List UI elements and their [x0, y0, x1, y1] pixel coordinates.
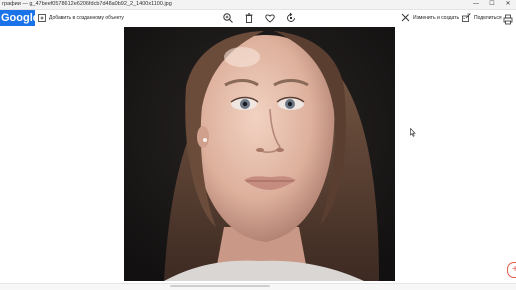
- edit-and-create-label: Изменить и создать: [413, 15, 460, 21]
- maximize-button[interactable]: ☐: [484, 0, 500, 9]
- portrait-photo-graphic: [124, 27, 395, 281]
- mouse-cursor-icon: [410, 124, 416, 137]
- floating-action-button[interactable]: +: [507, 262, 516, 278]
- share-icon: [462, 9, 471, 27]
- add-to-album-icon: [38, 9, 46, 27]
- edit-tools-icon: [401, 9, 410, 27]
- window-title-bar: графии — g_47beef0578612e6206fdcb7d48a0b…: [0, 0, 516, 10]
- portrait-photo[interactable]: [124, 27, 395, 281]
- close-button[interactable]: ✕: [500, 0, 516, 9]
- share-button[interactable]: Поделиться: [462, 12, 502, 24]
- window-title: графии — g_47beef0578612e6206fdcb7d48a0b…: [2, 1, 172, 7]
- zoom-in-icon[interactable]: [222, 12, 234, 24]
- horizontal-scrollbar[interactable]: [170, 285, 270, 287]
- minimize-button[interactable]: —: [468, 0, 484, 9]
- edit-and-create-button[interactable]: Изменить и создать ⌄: [401, 12, 466, 24]
- heart-icon[interactable]: [264, 12, 276, 24]
- print-icon[interactable]: [503, 12, 513, 25]
- share-label: Поделиться: [474, 15, 502, 21]
- google-logo-badge: Google: [0, 10, 35, 26]
- trash-icon[interactable]: [243, 12, 255, 24]
- add-to-album-button[interactable]: Добавить в созданному объекту: [38, 12, 124, 24]
- add-to-album-label: Добавить в созданному объекту: [49, 15, 124, 21]
- rotate-icon[interactable]: [285, 12, 297, 24]
